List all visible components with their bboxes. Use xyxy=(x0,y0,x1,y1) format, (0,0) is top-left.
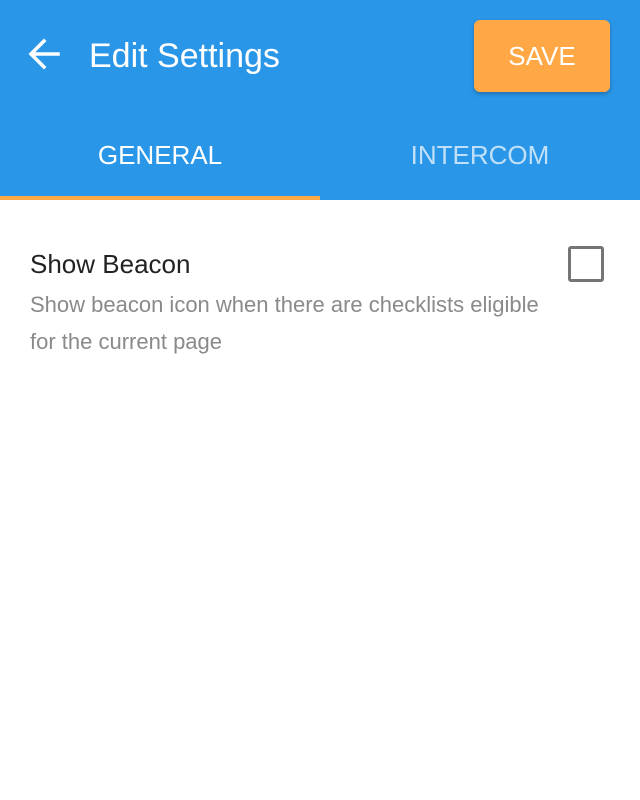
tab-general[interactable]: GENERAL xyxy=(0,110,320,200)
back-button[interactable] xyxy=(22,34,66,78)
setting-show-beacon: Show Beacon Show beacon icon when there … xyxy=(30,244,610,360)
save-button[interactable]: SAVE xyxy=(474,20,610,92)
active-tab-indicator xyxy=(0,196,320,200)
app-bar: Edit Settings SAVE GENERAL INTERCOM xyxy=(0,0,640,200)
tab-label: INTERCOM xyxy=(410,140,550,170)
tab-label: GENERAL xyxy=(97,140,223,170)
arrow-left-icon xyxy=(26,36,62,77)
settings-screen: Edit Settings SAVE GENERAL INTERCOM Show… xyxy=(0,0,640,800)
setting-title: Show Beacon xyxy=(30,249,191,279)
show-beacon-checkbox[interactable] xyxy=(568,246,604,282)
tab-intercom[interactable]: INTERCOM xyxy=(320,110,640,200)
setting-description: Show beacon icon when there are checklis… xyxy=(30,292,539,354)
page-title: Edit Settings xyxy=(89,37,280,75)
tab-bar: GENERAL INTERCOM xyxy=(0,110,640,200)
